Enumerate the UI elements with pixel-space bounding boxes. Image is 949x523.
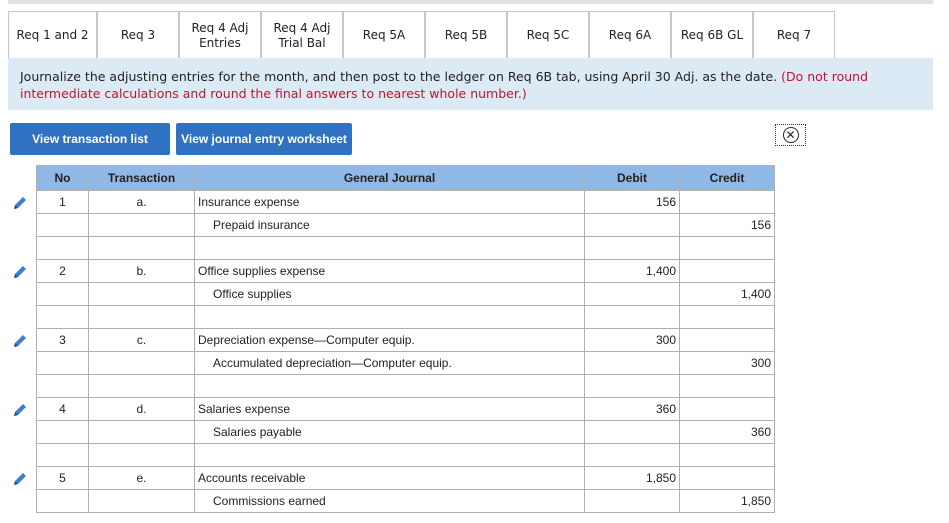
- debit-account: Insurance expense: [194, 190, 585, 214]
- debit-amount: 1,400: [584, 259, 680, 283]
- credit-account: Prepaid insurance: [194, 213, 585, 237]
- column-header-general-journal: General Journal: [194, 165, 585, 191]
- debit-account: Salaries expense: [194, 397, 585, 421]
- entry-transaction: a.: [88, 190, 195, 214]
- view-transaction-list-button[interactable]: View transaction list: [10, 123, 170, 155]
- debit-amount: 1,850: [584, 466, 680, 490]
- tab-label: Req 5C: [526, 28, 570, 42]
- tab-label: Req 5A: [362, 28, 406, 42]
- credit-account: Commissions earned: [194, 489, 585, 513]
- table-row: Office supplies 1,400: [36, 282, 775, 306]
- tab-label: Req 4 Adj: [273, 20, 331, 35]
- credit-account: Accumulated depreciation—Computer equip.: [194, 351, 585, 375]
- tab-label-line2: Entries: [199, 35, 241, 50]
- tab-label: Req 1 and 2: [16, 28, 89, 42]
- instructions-banner: Journalize the adjusting entries for the…: [8, 58, 933, 110]
- column-header-debit: Debit: [584, 165, 680, 191]
- table-header-row: No Transaction General Journal Debit Cre…: [36, 165, 775, 191]
- table-row: Prepaid insurance 156: [36, 213, 775, 237]
- table-row: 1 a. Insurance expense 156: [36, 190, 775, 214]
- debit-account: Accounts receivable: [194, 466, 585, 490]
- debit-amount: 300: [584, 328, 680, 352]
- credit-amount: 300: [679, 351, 775, 375]
- pencil-icon[interactable]: [12, 264, 28, 280]
- tab-req-5a[interactable]: Req 5A: [343, 11, 425, 59]
- close-button[interactable]: ✕: [775, 124, 806, 146]
- debit-account: Office supplies expense: [194, 259, 585, 283]
- table-row: 3 c. Depreciation expense—Computer equip…: [36, 328, 775, 352]
- tab-req-6b-gl[interactable]: Req 6B GL: [671, 11, 753, 59]
- debit-account: Depreciation expense—Computer equip.: [194, 328, 585, 352]
- pencil-icon[interactable]: [12, 195, 28, 211]
- pencil-icon[interactable]: [12, 471, 28, 487]
- table-row: [36, 305, 775, 329]
- entry-no: 3: [36, 328, 89, 352]
- tab-label: Req 6A: [608, 28, 652, 42]
- table-row: Commissions earned 1,850: [36, 489, 775, 513]
- instructions-text: Journalize the adjusting entries for the…: [20, 69, 778, 84]
- top-divider: [8, 0, 933, 4]
- entry-no: 1: [36, 190, 89, 214]
- credit-amount: [679, 190, 775, 214]
- credit-amount: 156: [679, 213, 775, 237]
- tab-req-5b[interactable]: Req 5B: [425, 11, 507, 59]
- tab-req-5c[interactable]: Req 5C: [507, 11, 589, 59]
- column-header-transaction: Transaction: [88, 165, 195, 191]
- pencil-icon[interactable]: [12, 333, 28, 349]
- tab-req-1-and-2[interactable]: Req 1 and 2: [8, 11, 97, 59]
- table-row: 4 d. Salaries expense 360: [36, 397, 775, 421]
- column-header-no: No: [36, 165, 89, 191]
- entry-transaction: d.: [88, 397, 195, 421]
- close-icon: ✕: [782, 127, 799, 143]
- entry-no: 2: [36, 259, 89, 283]
- column-header-credit: Credit: [679, 165, 775, 191]
- table-row: Salaries payable 360: [36, 420, 775, 444]
- tab-label: Req 4 Adj: [191, 20, 249, 35]
- tab-req-4-adj-entries[interactable]: Req 4 Adj Entries: [179, 11, 261, 59]
- table-row: [36, 236, 775, 260]
- table-row: 5 e. Accounts receivable 1,850: [36, 466, 775, 490]
- table-row: Accumulated depreciation—Computer equip.…: [36, 351, 775, 375]
- tab-label: Req 7: [776, 28, 812, 42]
- tab-req-4-adj-trial-bal[interactable]: Req 4 Adj Trial Bal: [261, 11, 343, 59]
- credit-account: Salaries payable: [194, 420, 585, 444]
- general-journal-table: No Transaction General Journal Debit Cre…: [36, 165, 775, 513]
- table-row: 2 b. Office supplies expense 1,400: [36, 259, 775, 283]
- entry-transaction: e.: [88, 466, 195, 490]
- table-row: [36, 443, 775, 467]
- credit-amount: 360: [679, 420, 775, 444]
- entry-no: 4: [36, 397, 89, 421]
- view-journal-entry-worksheet-button[interactable]: View journal entry worksheet: [176, 123, 352, 155]
- tab-label: Req 6B GL: [680, 28, 744, 42]
- tab-label-line2: Trial Bal: [278, 35, 326, 50]
- credit-amount: 1,400: [679, 282, 775, 306]
- entry-no: 5: [36, 466, 89, 490]
- pencil-icon[interactable]: [12, 402, 28, 418]
- tab-req-6a[interactable]: Req 6A: [589, 11, 671, 59]
- tab-label: Req 3: [120, 28, 156, 42]
- debit-amount: 156: [584, 190, 680, 214]
- tab-req-3[interactable]: Req 3: [97, 11, 179, 59]
- table-row: [36, 374, 775, 398]
- entry-transaction: b.: [88, 259, 195, 283]
- tab-label: Req 5B: [444, 28, 488, 42]
- debit-amount: 360: [584, 397, 680, 421]
- credit-account: Office supplies: [194, 282, 585, 306]
- entry-transaction: c.: [88, 328, 195, 352]
- tab-req-7[interactable]: Req 7: [753, 11, 835, 59]
- credit-amount: 1,850: [679, 489, 775, 513]
